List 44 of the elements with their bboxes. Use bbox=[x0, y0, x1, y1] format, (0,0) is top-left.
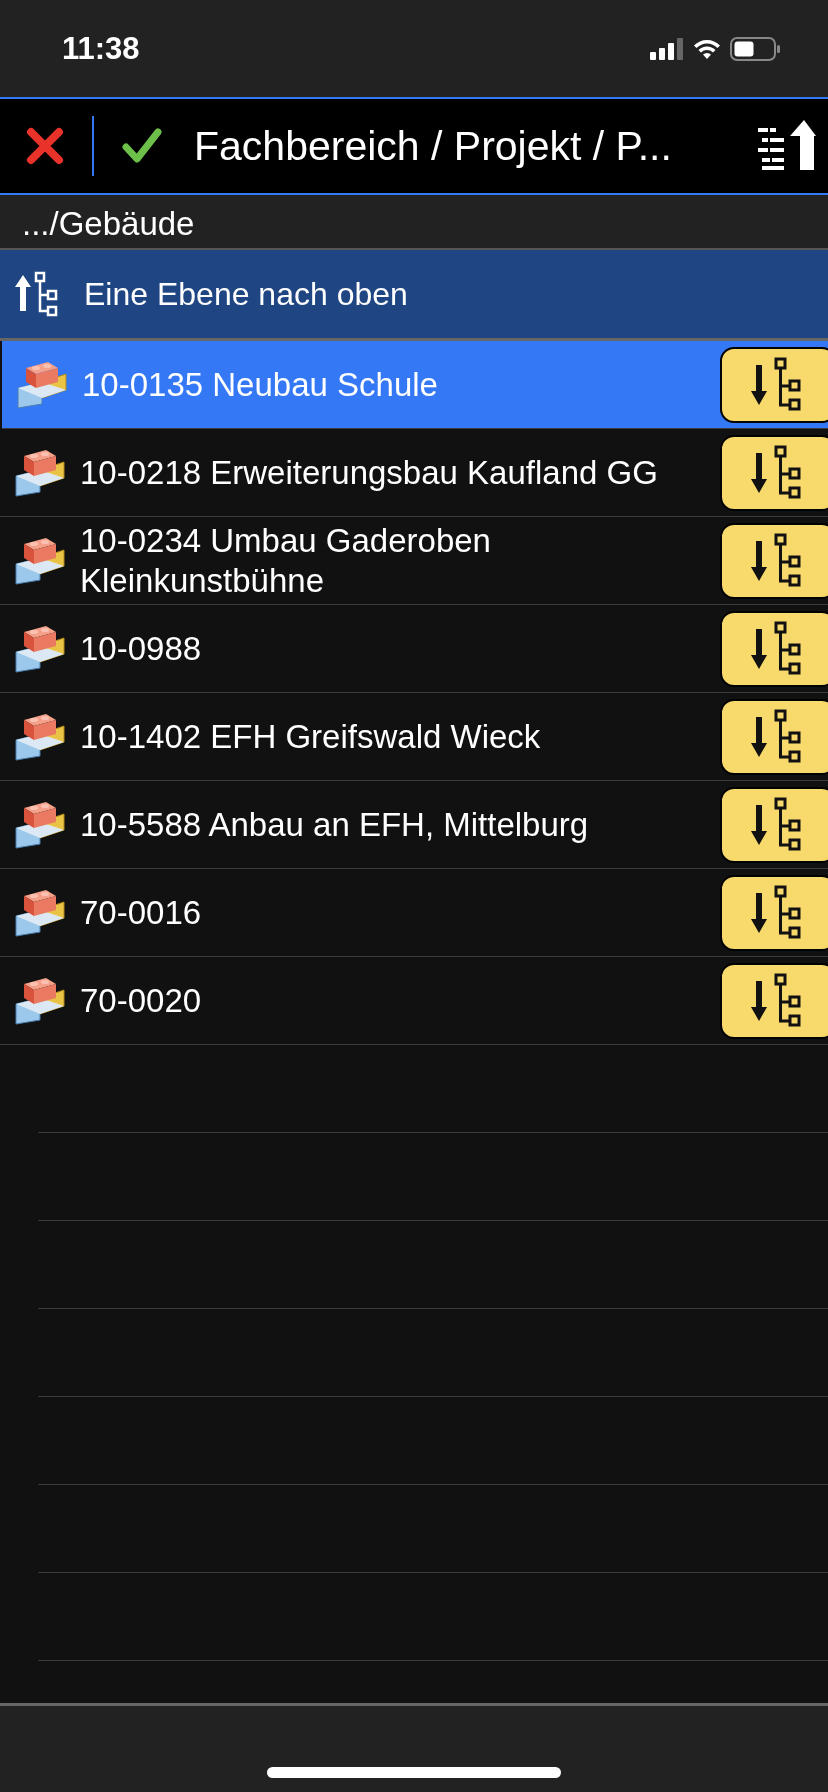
list-item[interactable]: 10-0234 Umbau Gaderoben Kleinkunstbühne bbox=[0, 517, 828, 605]
level-down-button[interactable] bbox=[720, 786, 828, 863]
list-item[interactable]: 10-0988 bbox=[0, 605, 828, 693]
level-down-button[interactable] bbox=[720, 610, 828, 687]
breadcrumb-path: .../Gebäude bbox=[0, 195, 828, 250]
list-item[interactable]: 10-0135 Neubau Schule bbox=[2, 341, 828, 429]
building-blocks-icon bbox=[16, 359, 68, 410]
list-item[interactable]: 10-0218 Erweiterungsbau Kaufland GG bbox=[0, 429, 828, 517]
confirm-button[interactable] bbox=[122, 127, 162, 165]
item-label: 70-0020 bbox=[80, 980, 203, 1021]
level-down-button[interactable] bbox=[720, 874, 828, 951]
list-item[interactable]: 70-0020 bbox=[0, 957, 828, 1045]
list-item[interactable]: 10-1402 EFH Greifswald Wieck bbox=[0, 693, 828, 781]
checkmark-icon bbox=[122, 127, 162, 165]
tree-up-icon bbox=[14, 271, 60, 317]
building-blocks-icon bbox=[14, 535, 66, 586]
level-down-button[interactable] bbox=[720, 522, 828, 599]
building-blocks-icon bbox=[14, 623, 66, 674]
item-label: 10-0135 Neubau Schule bbox=[82, 364, 439, 405]
building-blocks-icon bbox=[14, 447, 66, 498]
building-blocks-icon bbox=[14, 711, 66, 762]
close-icon bbox=[26, 127, 64, 165]
item-label: 10-0218 Erweiterungsbau Kaufland GG bbox=[80, 452, 659, 493]
cancel-button[interactable] bbox=[26, 127, 64, 165]
signal-icon bbox=[650, 37, 684, 60]
list-item[interactable]: 10-5588 Anbau an EFH, Mittelburg bbox=[0, 781, 828, 869]
level-up-row[interactable]: Eine Ebene nach oben bbox=[0, 250, 828, 341]
level-down-button[interactable] bbox=[720, 962, 828, 1039]
wifi-icon bbox=[692, 37, 722, 60]
battery-icon bbox=[730, 36, 780, 61]
building-blocks-icon bbox=[14, 887, 66, 938]
level-down-button[interactable] bbox=[720, 346, 828, 423]
item-label: 10-5588 Anbau an EFH, Mittelburg bbox=[80, 804, 590, 845]
list-item[interactable]: 70-0016 bbox=[0, 869, 828, 957]
level-down-button[interactable] bbox=[720, 698, 828, 775]
header-title: Fachbereich / Projekt / P... bbox=[194, 122, 673, 170]
level-down-button[interactable] bbox=[720, 434, 828, 511]
item-label: 70-0016 bbox=[80, 892, 203, 933]
item-label: 10-0988 bbox=[80, 628, 203, 669]
item-label: 10-1402 EFH Greifswald Wieck bbox=[80, 716, 542, 757]
building-blocks-icon bbox=[14, 975, 66, 1026]
building-blocks-icon bbox=[14, 799, 66, 850]
status-time: 11:38 bbox=[62, 30, 140, 67]
item-label: 10-0234 Umbau Gaderoben Kleinkunstbühne bbox=[80, 520, 492, 601]
